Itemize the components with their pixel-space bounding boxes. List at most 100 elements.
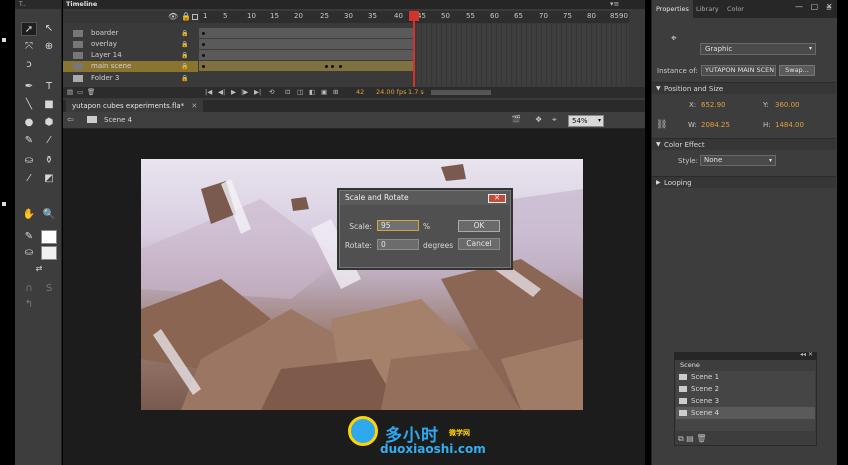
zoom-tool-icon[interactable]: 🔍 [41,208,57,222]
smooth-icon[interactable]: S [41,282,57,296]
keyframe[interactable] [202,32,205,35]
duplicate-scene-icon[interactable]: ⧉ [678,434,684,443]
oval-tool-icon[interactable]: ● [21,116,37,130]
rotate-input[interactable]: 0 [377,239,419,250]
layer-frames[interactable] [199,50,415,61]
3d-rotation-tool-icon[interactable]: ⊕ [41,40,57,54]
loop-icon[interactable]: ⟲ [269,87,274,98]
modify-markers-icon[interactable]: ⊞ [333,87,338,98]
document-tab[interactable]: yutapon cubes experiments.fla* ✕ [66,100,204,112]
layer-lock-icon[interactable]: 🔒 [181,61,188,72]
hand-tool-icon[interactable]: ✋ [21,208,37,222]
timeline-tab[interactable]: Timeline [66,0,97,9]
dialog-close-button[interactable]: ✕ [488,194,506,203]
layer-row[interactable]: overlay 🔒 [63,39,198,50]
layer-lock-icon[interactable]: 🔒 [181,39,188,50]
w-value[interactable]: 2084.25 [701,121,730,129]
eyedropper-tool-icon[interactable]: ⁄ [21,172,37,186]
ink-bottle-tool-icon[interactable]: ⚱ [41,154,57,168]
layer-frames[interactable] [199,28,415,39]
snap-to-objects-icon[interactable]: ∩ [21,282,37,296]
lock-icon[interactable]: 🔒 [181,12,191,21]
fill-color-icon[interactable]: ⛀ [21,246,37,260]
tab-library[interactable]: Library [692,0,723,18]
layer-row[interactable]: Folder 3 🔒 [63,73,198,84]
keyframe[interactable] [202,43,205,46]
fill-color-swatch[interactable] [41,246,57,260]
back-arrow-icon[interactable]: ⇦ [67,115,74,124]
keyframe[interactable] [202,54,205,57]
keyframe[interactable] [202,65,205,68]
onion-skin-icon[interactable]: ◫ [297,87,303,98]
tab-properties[interactable]: Properties [652,0,693,18]
brush-tool-icon[interactable]: ⁄ [41,134,57,148]
h-value[interactable]: 1484.00 [775,121,804,129]
instance-of-field[interactable]: YUTAPON MAIN SCEN [701,65,776,76]
minimize-icon[interactable]: — [795,2,803,11]
swap-colors-icon[interactable]: ⇄ [31,262,47,276]
symbol-type-select[interactable]: Graphic ▾ [700,43,816,55]
current-frame[interactable]: 42 [356,87,364,98]
add-scene-icon[interactable]: ▤ [686,434,694,443]
scene-list-item[interactable]: Scene 4 [676,407,815,419]
straighten-icon[interactable]: ↰ [21,298,37,312]
playhead-handle[interactable] [409,11,419,21]
keyframe[interactable] [331,65,334,68]
layer-lock-icon[interactable]: 🔒 [181,73,188,84]
keyframe[interactable] [339,65,342,68]
new-folder-icon[interactable]: ▭ [77,87,83,98]
step-back-icon[interactable]: ◀| [218,87,225,98]
ok-button[interactable]: OK [458,220,500,232]
step-forward-icon[interactable]: |▶ [241,87,248,98]
keyframe[interactable] [325,65,328,68]
first-frame-icon[interactable]: |◀ [205,87,212,98]
link-icon[interactable]: ⛓ [656,120,667,130]
layer-row[interactable]: Layer 14 🔒 [63,50,198,61]
scene-list-item[interactable]: Scene 3 [676,395,815,407]
polystar-tool-icon[interactable]: ⬢ [41,116,57,130]
play-icon[interactable]: ▶ [231,87,236,98]
paint-bucket-tool-icon[interactable]: ⛀ [21,154,37,168]
collapse-icon[interactable]: ◂◂ ✕ [800,351,813,358]
close-icon[interactable]: ✕ [826,2,833,11]
y-value[interactable]: 360.00 [775,101,800,109]
center-frame-icon[interactable]: ⊡ [285,87,290,98]
new-layer-icon[interactable]: ▤ [67,87,73,98]
edit-scene-icon[interactable]: 🎬 [511,115,521,124]
delete-layer-icon[interactable]: 🗑 [87,87,95,98]
color-effect-section[interactable]: ▼ Color Effect [652,138,836,150]
layer-frames[interactable] [199,61,415,72]
edit-multiple-icon[interactable]: ▣ [321,87,327,98]
swap-button[interactable]: Swap... [779,65,815,76]
tab-color[interactable]: Color [723,0,748,18]
layer-frames[interactable] [199,39,415,50]
onion-outline-icon[interactable]: ◧ [309,87,315,98]
eye-icon[interactable]: 👁 [168,12,178,21]
layer-row[interactable]: boarder 🔒 [63,28,198,39]
style-select[interactable]: None ▾ [700,155,776,166]
stroke-color-swatch[interactable] [41,230,57,244]
pencil-tool-icon[interactable]: ✎ [21,134,37,148]
stroke-color-icon[interactable]: ✎ [21,230,37,244]
layer-lock-icon[interactable]: 🔒 [181,28,188,39]
center-stage-icon[interactable]: ⌖ [552,115,557,125]
timeline-scrollbar[interactable] [431,90,491,95]
subselection-tool-icon[interactable]: ↖ [41,22,57,36]
text-tool-icon[interactable]: T [41,80,57,94]
eraser-tool-icon[interactable]: ◩ [41,172,57,186]
frame-rate[interactable]: 24.00 fps [376,87,406,98]
looping-section[interactable]: ▶ Looping [652,176,836,188]
scene-list-item[interactable]: Scene 1 [676,371,815,383]
maximize-icon[interactable]: ▢ [811,2,819,11]
playhead[interactable] [413,11,415,87]
outline-icon[interactable] [192,14,198,20]
layer-row[interactable]: main scene 🔒 [63,61,198,72]
cancel-button[interactable]: Cancel [458,238,500,250]
free-transform-tool-icon[interactable]: ⤧ [21,40,37,54]
layer-lock-icon[interactable]: 🔒 [181,50,188,61]
lasso-tool-icon[interactable]: ↄ [21,58,37,72]
edit-symbols-icon[interactable]: ❖ [535,115,542,124]
x-value[interactable]: 652.90 [701,101,726,109]
panel-menu-icon[interactable]: ▾≡ [610,0,619,8]
zoom-select[interactable]: 54% ▾ [568,115,604,127]
